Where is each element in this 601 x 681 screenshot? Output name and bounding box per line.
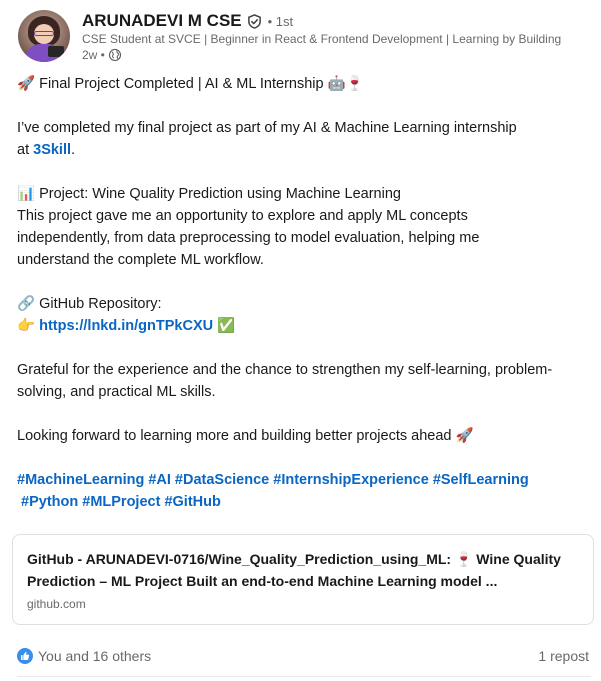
author-headline: CSE Student at SVCE | Beginner in React … <box>82 32 562 46</box>
link-preview-card[interactable]: GitHub - ARUNADEVI-0716/Wine_Quality_Pre… <box>12 534 594 625</box>
author-avatar[interactable] <box>18 10 70 62</box>
post-meta: 2w • <box>82 48 122 62</box>
author-name[interactable]: ARUNADEVI M CSE <box>82 11 242 31</box>
hashtags-line[interactable]: #MachineLearning #AI #DataScience #Inter… <box>17 469 587 491</box>
post-body: 🚀 Final Project Completed | AI & ML Inte… <box>17 73 587 513</box>
post-line: understand the complete ML workflow. <box>17 252 264 268</box>
post-line: 👉 https://lnkd.in/gnTPkCXU ✅ <box>17 315 587 337</box>
post-line: solving, and practical ML skills. <box>17 384 216 401</box>
link-preview-domain: github.com <box>27 597 86 611</box>
post-time: 2w • <box>82 48 105 62</box>
post-line: at 3Skill. <box>17 139 587 161</box>
social-counts: You and 16 others 1 repost <box>17 648 591 670</box>
line-text: . <box>71 142 76 158</box>
post-line: 🚀 Final Project Completed | AI & ML Inte… <box>17 76 364 92</box>
post-line: Grateful for the experience and the chan… <box>17 362 553 379</box>
divider <box>17 676 591 677</box>
post-line: I’ve completed my final project as part … <box>17 120 517 136</box>
connection-degree: • 1st <box>267 13 294 29</box>
verified-shield-icon <box>247 13 261 29</box>
post-line: independently, from data preprocessing t… <box>17 230 480 246</box>
post-line: 📊 Project: Wine Quality Prediction using… <box>17 186 401 202</box>
post-header: ARUNADEVI M CSE • 1st CSE Student at SVC… <box>18 10 588 66</box>
reposts-count[interactable]: 1 repost <box>538 648 589 664</box>
reactions-count[interactable]: You and 16 others <box>38 648 151 664</box>
check-mark-icon: ✅ <box>217 318 236 335</box>
post-line: This project gave me an opportunity to e… <box>17 208 468 224</box>
post-line: 🔗 GitHub Repository: <box>17 296 162 312</box>
company-link[interactable]: 3Skill <box>33 142 71 158</box>
feed-post: ARUNADEVI M CSE • 1st CSE Student at SVC… <box>0 0 601 681</box>
like-icon <box>17 648 33 664</box>
pointing-hand-icon: 👉 <box>17 318 36 335</box>
post-line: Looking forward to learning more and bui… <box>17 428 474 445</box>
reactions-summary[interactable]: You and 16 others <box>17 648 151 664</box>
author-name-row: ARUNADEVI M CSE • 1st <box>82 10 293 32</box>
line-text: at <box>17 142 34 158</box>
github-short-link[interactable]: https://lnkd.in/gnTPkCXU <box>39 318 213 334</box>
hashtags-line[interactable]: #Python #MLProject #GitHub <box>17 491 587 513</box>
link-preview-title[interactable]: GitHub - ARUNADEVI-0716/Wine_Quality_Pre… <box>27 548 583 592</box>
globe-icon <box>108 48 121 62</box>
